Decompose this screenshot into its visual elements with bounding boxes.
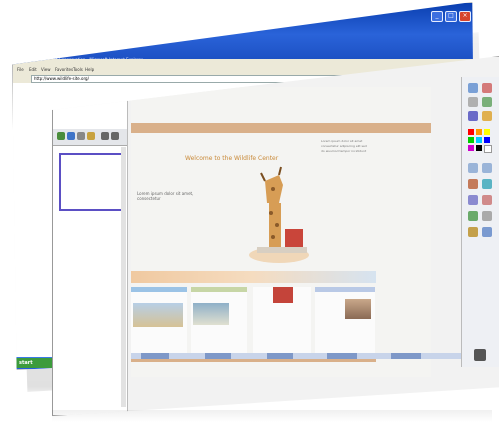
building-image xyxy=(345,299,371,319)
prev-icon[interactable] xyxy=(101,132,109,140)
attach-icon[interactable] xyxy=(77,132,85,140)
menu-edit[interactable]: Edit xyxy=(29,67,37,72)
status-item[interactable] xyxy=(267,353,293,359)
menu-tools[interactable]: Tools xyxy=(73,67,83,72)
trash-icon[interactable] xyxy=(474,349,486,361)
help-icon[interactable] xyxy=(482,227,492,237)
pen-icon[interactable] xyxy=(468,83,478,93)
magic-pen-icon[interactable] xyxy=(482,179,492,189)
site-column-4 xyxy=(315,287,375,357)
site-column-1 xyxy=(131,287,187,357)
color-swatch-black[interactable] xyxy=(476,145,482,151)
eraser-icon[interactable] xyxy=(482,83,492,93)
color-swatch-yellow[interactable] xyxy=(484,129,490,135)
column-header xyxy=(315,287,375,292)
menu-help[interactable]: Help xyxy=(85,67,94,72)
maximize-icon[interactable]: □ xyxy=(445,11,457,22)
landscape-image xyxy=(133,303,183,327)
add-page-icon[interactable] xyxy=(57,132,65,140)
menu-view[interactable]: View xyxy=(41,67,51,72)
keyboard-icon[interactable] xyxy=(468,227,478,237)
site-column-3 xyxy=(253,287,311,357)
highlighter-icon[interactable] xyxy=(468,179,478,189)
line-icon[interactable] xyxy=(468,195,478,205)
column-header xyxy=(131,287,187,292)
status-item[interactable] xyxy=(141,353,169,359)
scrollbar[interactable] xyxy=(121,147,126,407)
page-sorter-toolbar xyxy=(53,129,127,146)
menu-favorites[interactable]: Favorites xyxy=(55,67,73,72)
color-swatch-white[interactable] xyxy=(484,145,492,153)
close-icon[interactable]: × xyxy=(459,11,471,22)
menu-file[interactable]: File xyxy=(17,67,24,72)
status-item[interactable] xyxy=(327,353,357,359)
gallery-icon[interactable] xyxy=(87,132,95,140)
site-logo-text: Welcome to the Wildlife Center xyxy=(185,155,279,162)
logo-image xyxy=(273,287,293,303)
color-swatch-green[interactable] xyxy=(468,137,474,143)
page-icon[interactable] xyxy=(67,132,75,140)
site-banner-band xyxy=(131,271,376,283)
undo-icon[interactable] xyxy=(468,163,478,173)
color-swatch-orange[interactable] xyxy=(476,129,482,135)
page-sorter-panel xyxy=(53,57,128,415)
site-heading: Lorem ipsum dolor sit amet, consectetur xyxy=(137,191,194,201)
recorder-icon[interactable] xyxy=(482,211,492,221)
fill-icon[interactable] xyxy=(482,111,492,121)
status-item[interactable] xyxy=(205,353,231,359)
next-icon[interactable] xyxy=(111,132,119,140)
color-swatch-magenta[interactable] xyxy=(468,145,474,151)
text-icon[interactable] xyxy=(482,97,492,107)
status-item[interactable] xyxy=(391,353,421,359)
site-column-2 xyxy=(191,287,247,357)
whiteboard-status-bar xyxy=(131,353,461,359)
page-thumbnail[interactable] xyxy=(59,153,125,211)
tool-palette xyxy=(461,77,499,367)
circle-icon[interactable] xyxy=(482,195,492,205)
whiteboard-window: Welcome to the Wildlife Center Lorem ips… xyxy=(52,56,499,416)
minimize-icon[interactable]: _ xyxy=(431,11,443,22)
site-footer-band xyxy=(131,359,376,362)
color-swatch-cyan[interactable] xyxy=(476,137,482,143)
select-icon[interactable] xyxy=(468,97,478,107)
column-header xyxy=(191,287,247,292)
site-header-band xyxy=(131,123,431,133)
window-reflection xyxy=(52,410,492,422)
whiteboard-canvas[interactable]: Welcome to the Wildlife Center Lorem ips… xyxy=(131,87,431,377)
color-swatch-red[interactable] xyxy=(468,129,474,135)
giraffe-image xyxy=(249,166,309,263)
redo-icon[interactable] xyxy=(482,163,492,173)
color-swatch-blue[interactable] xyxy=(484,137,490,143)
screen-capture-icon[interactable] xyxy=(468,211,478,221)
site-right-text: Lorem ipsum dolor sit amet consectetur a… xyxy=(321,139,367,153)
photo-image xyxy=(193,303,229,325)
shape-icon[interactable] xyxy=(468,111,478,121)
